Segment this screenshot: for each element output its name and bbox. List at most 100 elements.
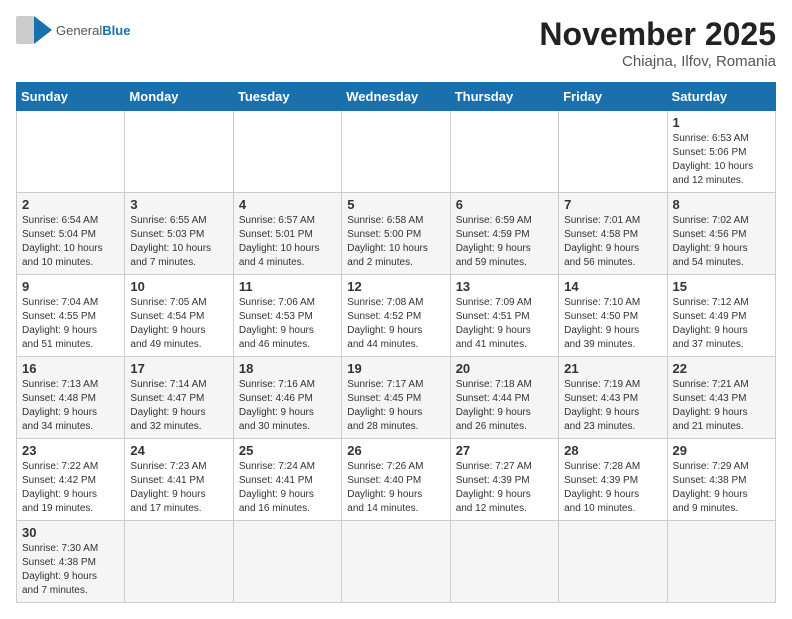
calendar-table: SundayMondayTuesdayWednesdayThursdayFrid… (16, 82, 776, 603)
day-info: Sunrise: 7:16 AM Sunset: 4:46 PM Dayligh… (239, 378, 336, 434)
calendar-cell (233, 521, 341, 603)
title-block: November 2025 Chiajna, Ilfov, Romania (539, 16, 776, 70)
day-number: 26 (347, 443, 444, 458)
calendar-cell (450, 111, 558, 193)
day-number: 4 (239, 197, 336, 212)
day-info: Sunrise: 7:02 AM Sunset: 4:56 PM Dayligh… (673, 214, 770, 270)
calendar-cell: 26 Sunrise: 7:26 AM Sunset: 4:40 PM Dayli… (342, 439, 450, 521)
page-header: GeneralBlue November 2025 Chiajna, Ilfov… (16, 16, 776, 70)
day-number: 11 (239, 279, 336, 294)
calendar-cell: 2Sunrise: 6:54 AM Sunset: 5:04 PM Daylig… (17, 193, 125, 275)
calendar-week-row: 23 Sunrise: 7:22 AM Sunset: 4:42 PM Dayli… (17, 439, 776, 521)
day-info: Sunrise: 7:14 AM Sunset: 4:47 PM Dayligh… (130, 378, 227, 434)
day-number: 25 (239, 443, 336, 458)
calendar-week-row: 30Sunrise: 7:30 AM Sunset: 4:38 PM Dayli… (17, 521, 776, 603)
day-info: Sunrise: 7:29 AM Sunset: 4:38 PM Dayligh… (673, 460, 770, 516)
calendar-cell: 27 Sunrise: 7:27 AM Sunset: 4:39 PM Dayli… (450, 439, 558, 521)
calendar-cell: 7Sunrise: 7:01 AM Sunset: 4:58 PM Daylig… (559, 193, 667, 275)
day-number: 7 (564, 197, 661, 212)
day-info: Sunrise: 7:24 AM Sunset: 4:41 PM Dayligh… (239, 460, 336, 516)
day-info: Sunrise: 7:26 AM Sunset: 4:40 PM Dayligh… (347, 460, 444, 516)
calendar-header: SundayMondayTuesdayWednesdayThursdayFrid… (17, 83, 776, 111)
day-number: 22 (673, 361, 770, 376)
day-info: Sunrise: 7:05 AM Sunset: 4:54 PM Dayligh… (130, 296, 227, 352)
day-info: Sunrise: 6:57 AM Sunset: 5:01 PM Dayligh… (239, 214, 336, 270)
day-info: Sunrise: 7:30 AM Sunset: 4:38 PM Dayligh… (22, 542, 119, 598)
calendar-cell (233, 111, 341, 193)
day-info: Sunrise: 7:08 AM Sunset: 4:52 PM Dayligh… (347, 296, 444, 352)
day-info: Sunrise: 7:06 AM Sunset: 4:53 PM Dayligh… (239, 296, 336, 352)
day-number: 20 (456, 361, 553, 376)
calendar-cell: 3Sunrise: 6:55 AM Sunset: 5:03 PM Daylig… (125, 193, 233, 275)
day-number: 14 (564, 279, 661, 294)
calendar-cell: 20 Sunrise: 7:18 AM Sunset: 4:44 PM Dayli… (450, 357, 558, 439)
calendar-cell: 29Sunrise: 7:29 AM Sunset: 4:38 PM Dayli… (667, 439, 775, 521)
day-number: 10 (130, 279, 227, 294)
calendar-cell: 21Sunrise: 7:19 AM Sunset: 4:43 PM Dayli… (559, 357, 667, 439)
calendar-cell: 10 Sunrise: 7:05 AM Sunset: 4:54 PM Dayli… (125, 275, 233, 357)
day-number: 24 (130, 443, 227, 458)
calendar-cell (17, 111, 125, 193)
day-number: 8 (673, 197, 770, 212)
calendar-cell (667, 521, 775, 603)
day-info: Sunrise: 7:23 AM Sunset: 4:41 PM Dayligh… (130, 460, 227, 516)
calendar-cell: 16 Sunrise: 7:13 AM Sunset: 4:48 PM Dayli… (17, 357, 125, 439)
day-info: Sunrise: 7:04 AM Sunset: 4:55 PM Dayligh… (22, 296, 119, 352)
logo: GeneralBlue (16, 16, 130, 44)
day-number: 16 (22, 361, 119, 376)
day-number: 6 (456, 197, 553, 212)
weekday-header: Monday (125, 83, 233, 111)
calendar-cell: 24 Sunrise: 7:23 AM Sunset: 4:41 PM Dayli… (125, 439, 233, 521)
calendar-cell: 8 Sunrise: 7:02 AM Sunset: 4:56 PM Daylig… (667, 193, 775, 275)
day-info: Sunrise: 7:21 AM Sunset: 4:43 PM Dayligh… (673, 378, 770, 434)
day-info: Sunrise: 7:17 AM Sunset: 4:45 PM Dayligh… (347, 378, 444, 434)
location-subtitle: Chiajna, Ilfov, Romania (539, 53, 776, 70)
day-info: Sunrise: 7:22 AM Sunset: 4:42 PM Dayligh… (22, 460, 119, 516)
day-info: Sunrise: 6:55 AM Sunset: 5:03 PM Dayligh… (130, 214, 227, 270)
calendar-cell: 14Sunrise: 7:10 AM Sunset: 4:50 PM Dayli… (559, 275, 667, 357)
day-info: Sunrise: 7:18 AM Sunset: 4:44 PM Dayligh… (456, 378, 553, 434)
day-number: 23 (22, 443, 119, 458)
calendar-cell: 11 Sunrise: 7:06 AM Sunset: 4:53 PM Dayli… (233, 275, 341, 357)
calendar-cell: 6Sunrise: 6:59 AM Sunset: 4:59 PM Daylig… (450, 193, 558, 275)
calendar-cell: 15 Sunrise: 7:12 AM Sunset: 4:49 PM Dayli… (667, 275, 775, 357)
calendar-cell: 22 Sunrise: 7:21 AM Sunset: 4:43 PM Dayli… (667, 357, 775, 439)
day-info: Sunrise: 7:09 AM Sunset: 4:51 PM Dayligh… (456, 296, 553, 352)
calendar-cell: 13Sunrise: 7:09 AM Sunset: 4:51 PM Dayli… (450, 275, 558, 357)
day-number: 2 (22, 197, 119, 212)
calendar-cell: 4 Sunrise: 6:57 AM Sunset: 5:01 PM Daylig… (233, 193, 341, 275)
day-number: 5 (347, 197, 444, 212)
calendar-week-row: 9 Sunrise: 7:04 AM Sunset: 4:55 PM Daylig… (17, 275, 776, 357)
calendar-cell (559, 521, 667, 603)
calendar-cell: 28Sunrise: 7:28 AM Sunset: 4:39 PM Dayli… (559, 439, 667, 521)
calendar-cell: 1 Sunrise: 6:53 AM Sunset: 5:06 PM Daylig… (667, 111, 775, 193)
day-number: 15 (673, 279, 770, 294)
calendar-cell (125, 111, 233, 193)
weekday-header: Friday (559, 83, 667, 111)
calendar-week-row: 1 Sunrise: 6:53 AM Sunset: 5:06 PM Daylig… (17, 111, 776, 193)
day-number: 28 (564, 443, 661, 458)
calendar-cell: 30Sunrise: 7:30 AM Sunset: 4:38 PM Dayli… (17, 521, 125, 603)
day-info: Sunrise: 7:13 AM Sunset: 4:48 PM Dayligh… (22, 378, 119, 434)
day-info: Sunrise: 7:12 AM Sunset: 4:49 PM Dayligh… (673, 296, 770, 352)
day-number: 27 (456, 443, 553, 458)
calendar-cell: 17Sunrise: 7:14 AM Sunset: 4:47 PM Dayli… (125, 357, 233, 439)
logo-icon (16, 16, 52, 44)
calendar-cell: 25 Sunrise: 7:24 AM Sunset: 4:41 PM Dayli… (233, 439, 341, 521)
calendar-cell (125, 521, 233, 603)
calendar-cell (559, 111, 667, 193)
day-info: Sunrise: 7:27 AM Sunset: 4:39 PM Dayligh… (456, 460, 553, 516)
calendar-cell (342, 521, 450, 603)
weekday-header: Saturday (667, 83, 775, 111)
weekday-header: Tuesday (233, 83, 341, 111)
day-number: 1 (673, 115, 770, 130)
day-number: 19 (347, 361, 444, 376)
day-number: 9 (22, 279, 119, 294)
calendar-cell: 9 Sunrise: 7:04 AM Sunset: 4:55 PM Daylig… (17, 275, 125, 357)
day-number: 18 (239, 361, 336, 376)
day-number: 21 (564, 361, 661, 376)
calendar-cell (450, 521, 558, 603)
calendar-cell: 23 Sunrise: 7:22 AM Sunset: 4:42 PM Dayli… (17, 439, 125, 521)
logo-text: GeneralBlue (56, 23, 130, 38)
day-info: Sunrise: 6:53 AM Sunset: 5:06 PM Dayligh… (673, 132, 770, 188)
